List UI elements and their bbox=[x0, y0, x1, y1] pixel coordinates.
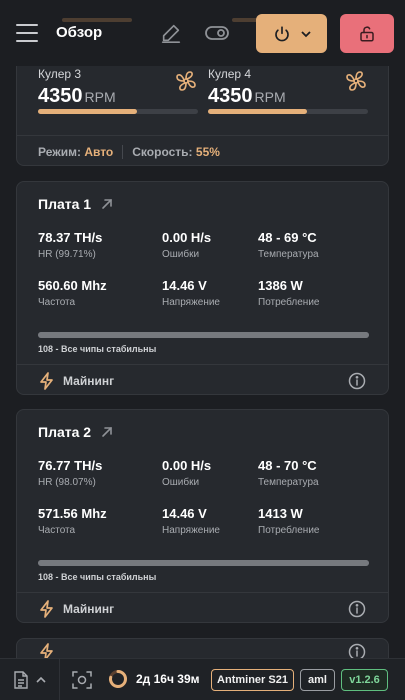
divider bbox=[17, 592, 388, 593]
hashrate-metric: 76.77 TH/s HR (98.07%) bbox=[38, 458, 103, 488]
power-button[interactable] bbox=[256, 14, 327, 53]
hashrate-metric: 78.37 TH/s HR (99.71%) bbox=[38, 230, 103, 260]
fan-speed-bar bbox=[38, 109, 198, 114]
board-card: Плата 1 78.37 TH/s HR (99.71%) 0.00 H/s Ош… bbox=[16, 181, 389, 395]
voltage-metric: 14.46 V Напряжение bbox=[162, 506, 220, 536]
divider bbox=[17, 364, 388, 365]
fan-icon bbox=[346, 71, 366, 91]
firmware-badge: aml bbox=[300, 669, 335, 691]
mining-status: Майнинг bbox=[39, 372, 114, 390]
external-link-icon bbox=[102, 427, 112, 437]
divider bbox=[17, 135, 388, 136]
logs-toggle[interactable] bbox=[0, 659, 60, 700]
document-icon bbox=[13, 671, 28, 689]
mining-status: Майнинг bbox=[39, 600, 114, 618]
uptime-ring-icon bbox=[109, 670, 127, 688]
version-badge: v1.2.6 bbox=[341, 669, 388, 691]
voltage-metric: 14.46 V Напряжение bbox=[162, 278, 220, 308]
info-icon[interactable] bbox=[348, 372, 366, 390]
external-link-icon bbox=[102, 199, 112, 209]
board-title[interactable]: Плата 1 bbox=[38, 196, 113, 212]
top-bar: Обзор bbox=[0, 0, 405, 66]
power-metric: 1413 W Потребление bbox=[258, 506, 320, 536]
unlock-button[interactable] bbox=[340, 14, 394, 53]
info-icon[interactable] bbox=[348, 600, 366, 618]
fan-mode-value: Авто bbox=[84, 145, 114, 159]
board-title[interactable]: Плата 2 bbox=[38, 424, 113, 440]
pencil-icon[interactable] bbox=[160, 22, 182, 44]
temperature-metric: 48 - 69 °C Температура bbox=[258, 230, 319, 260]
fan-mode-line: Режим: Авто Скорость: 55% bbox=[38, 145, 220, 159]
fan-speed-bar bbox=[208, 109, 368, 114]
fan-icon bbox=[176, 71, 196, 91]
chip-status-text: 108 - Все чипы стабильны bbox=[38, 344, 157, 354]
fan-speed-value: 55% bbox=[195, 145, 220, 159]
chevron-down-icon bbox=[300, 30, 311, 37]
frequency-metric: 560.60 Mhz Частота bbox=[38, 278, 107, 308]
fan-item: Кулер 4 4350 RPM bbox=[208, 67, 368, 114]
chip-status-bar bbox=[38, 332, 369, 338]
chip-status-text: 108 - Все чипы стабильны bbox=[38, 572, 157, 582]
chip-status-bar bbox=[38, 560, 369, 566]
board-card: Плата 2 76.77 TH/s HR (98.07%) 0.00 H/s Ош… bbox=[16, 409, 389, 623]
fan-item: Кулер 3 4350 RPM bbox=[38, 67, 198, 114]
frequency-metric: 571.56 Mhz Частота bbox=[38, 506, 107, 536]
lightning-icon bbox=[40, 372, 53, 390]
errors-metric: 0.00 H/s Ошибки bbox=[162, 230, 212, 260]
menu-icon[interactable] bbox=[16, 24, 38, 42]
model-badge: Antminer S21 bbox=[211, 669, 294, 691]
lightning-icon bbox=[40, 600, 53, 618]
power-icon bbox=[274, 25, 289, 41]
uptime: 2д 16ч 39м bbox=[108, 669, 200, 689]
status-footer: 2д 16ч 39м Antminer S21 aml v1.2.6 bbox=[0, 658, 405, 700]
locate-device-icon[interactable] bbox=[70, 668, 94, 692]
unlock-icon bbox=[360, 26, 374, 41]
page-title: Обзор bbox=[56, 24, 103, 41]
temperature-metric: 48 - 70 °C Температура bbox=[258, 458, 319, 488]
power-metric: 1386 W Потребление bbox=[258, 278, 320, 308]
toggle-icon[interactable] bbox=[205, 24, 229, 42]
errors-metric: 0.00 H/s Ошибки bbox=[162, 458, 212, 488]
chevron-up-icon bbox=[35, 676, 46, 683]
